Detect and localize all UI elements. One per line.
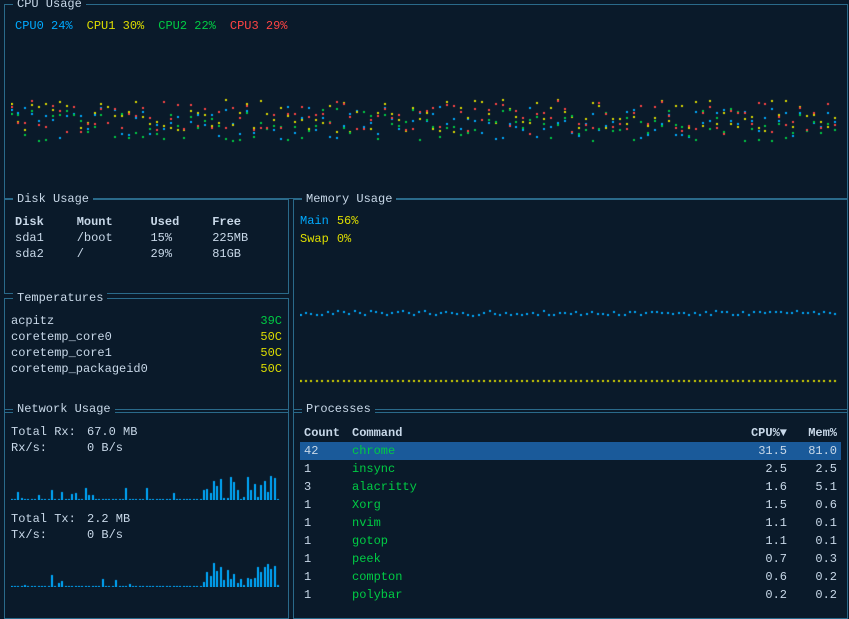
mem-swap-pct: 0% [337,232,351,246]
proc-row[interactable]: 3alacritty1.65.1 [300,478,841,496]
temp-rows: acpitz39Ccoretemp_core050Ccoretemp_core1… [11,313,282,377]
temp-panel-title: Temperatures [13,291,107,305]
net-rxs-line: Rx/s: 0 B/s [11,440,282,456]
net-tx-info: Total Tx: 2.2 MB Tx/s: 0 B/s [11,511,282,543]
memory-panel-title: Memory Usage [302,192,396,206]
cpu-legend: CPU0 24% CPU1 30% CPU2 22% CPU3 29% [11,19,841,33]
memory-panel: Memory Usage Main 56% Swap 0% [293,199,848,413]
left-col-middle: Disk Usage Disk Mount Used Free sda1/boo… [4,199,289,413]
proc-row[interactable]: 42chrome31.581.0 [300,442,841,460]
disk-col-used: Used [146,214,208,230]
mem-main-pct: 56% [337,214,359,228]
proc-header: Count Command CPU%▼ Mem% [300,424,841,442]
proc-col-count: Count [304,426,352,440]
temp-row: acpitz39C [11,313,282,329]
temp-row: coretemp_packageid050C [11,361,282,377]
net-rxs-label: Rx/s: [11,441,81,455]
proc-row[interactable]: 1gotop1.10.1 [300,532,841,550]
cpu-chart [11,39,841,149]
proc-col-cpu: CPU%▼ [717,426,787,440]
cpu3-label: CPU3 29% [230,19,288,33]
proc-col-mem: Mem% [787,426,837,440]
cpu0-label: CPU0 24% [15,19,73,33]
net-tx-total-line: Total Tx: 2.2 MB [11,511,282,527]
net-rxs-val: 0 B/s [87,441,123,455]
disk-col-free: Free [208,214,282,230]
proc-rows: 42chrome31.581.01insync2.52.53alacritty1… [300,442,841,604]
proc-row[interactable]: 1insync2.52.5 [300,460,841,478]
net-tx-val: 2.2 MB [87,512,130,526]
disk-panel-title: Disk Usage [13,192,93,206]
temp-row: coretemp_core050C [11,329,282,345]
proc-row[interactable]: 1peek0.70.3 [300,550,841,568]
proc-row[interactable]: 1Xorg1.50.6 [300,496,841,514]
proc-panel-title: Processes [302,402,375,416]
cpu-panel: CPU Usage CPU0 24% CPU1 30% CPU2 22% CPU… [4,4,848,199]
disk-col-disk: Disk [11,214,73,230]
mem-main-label: Main [300,214,329,228]
mem-swap-label: Swap [300,232,329,246]
net-panel-title: Network Usage [13,402,115,416]
main-grid: CPU Usage CPU0 24% CPU1 30% CPU2 22% CPU… [0,0,849,618]
disk-col-mount: Mount [73,214,147,230]
disk-table: Disk Mount Used Free sda1/boot15%225MBsd… [11,214,282,262]
memory-chart [300,254,841,314]
net-tx-label: Total Tx: [11,512,81,526]
cpu1-label: CPU1 30% [87,19,145,33]
net-rx-chart [11,460,282,505]
disk-panel: Disk Usage Disk Mount Used Free sda1/boo… [4,199,289,294]
middle-row: Disk Usage Disk Mount Used Free sda1/boo… [4,199,848,409]
net-rx-label: Total Rx: [11,425,81,439]
cpu-panel-title: CPU Usage [13,0,86,11]
temp-row: coretemp_core150C [11,345,282,361]
net-tx-chart [11,547,282,592]
processes-panel: Processes Count Command CPU%▼ Mem% 42chr… [293,409,848,619]
net-txs-label: Tx/s: [11,528,81,542]
proc-row[interactable]: 1compton0.60.2 [300,568,841,586]
proc-row[interactable]: 1polybar0.20.2 [300,586,841,604]
net-rx-info: Total Rx: 67.0 MB Rx/s: 0 B/s [11,424,282,456]
cpu2-label: CPU2 22% [158,19,216,33]
proc-col-command: Command [352,426,717,440]
mem-swap-row: Swap 0% [300,232,841,246]
network-panel: Network Usage Total Rx: 67.0 MB Rx/s: 0 … [4,409,289,619]
net-rx-val: 67.0 MB [87,425,137,439]
bottom-row: Network Usage Total Rx: 67.0 MB Rx/s: 0 … [4,409,848,619]
net-txs-line: Tx/s: 0 B/s [11,527,282,543]
disk-table-row: sda1/boot15%225MB [11,230,282,246]
proc-row[interactable]: 1nvim1.10.1 [300,514,841,532]
temp-panel: Temperatures acpitz39Ccoretemp_core050Cc… [4,298,289,413]
mem-main-row: Main 56% [300,214,841,228]
net-rx-total-line: Total Rx: 67.0 MB [11,424,282,440]
net-txs-val: 0 B/s [87,528,123,542]
disk-table-row: sda2/29%81GB [11,246,282,262]
